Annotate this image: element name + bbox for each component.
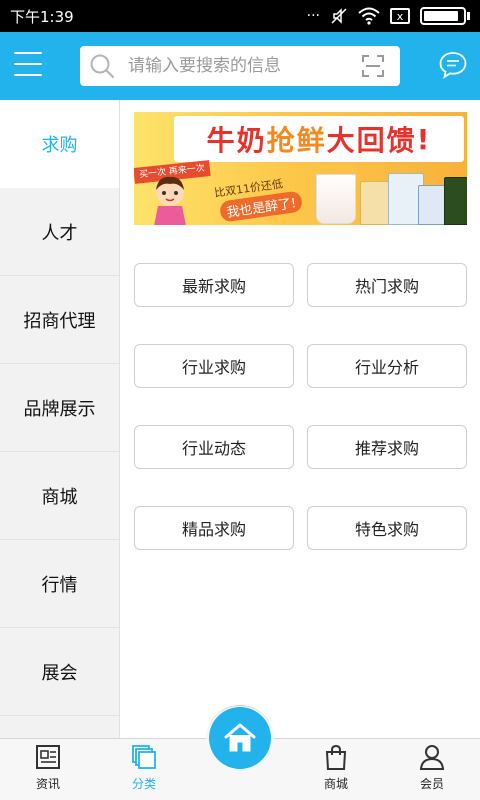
status-icons: ··· x xyxy=(307,7,470,25)
banner-title: 牛奶 抢鲜 大回馈! xyxy=(174,116,464,162)
nav-label-category: 分类 xyxy=(131,777,156,791)
milk-glass-image xyxy=(316,174,356,224)
category-icon xyxy=(132,745,156,769)
sidebar-item-rencai[interactable]: 人才 xyxy=(0,188,119,276)
category-button[interactable]: 精品求购 xyxy=(134,506,294,550)
category-button[interactable]: 行业求购 xyxy=(134,344,294,388)
sidebar-item-pinpai[interactable]: 品牌展示 xyxy=(0,364,119,452)
category-sidebar: 求购 人才 招商代理 品牌展示 商城 行情 展会 xyxy=(0,100,120,738)
banner-title-part2: 抢鲜 xyxy=(266,124,327,157)
sidebar-item-qiugou[interactable]: 求购 xyxy=(0,100,119,188)
nav-label-news: 资讯 xyxy=(35,777,60,791)
banner-title-part1: 牛奶 xyxy=(206,124,267,157)
scan-icon[interactable] xyxy=(362,55,384,77)
status-bar: 下午1:39 ··· x xyxy=(0,0,480,32)
app-header xyxy=(0,32,480,100)
banner-title-mark: ! xyxy=(416,122,432,156)
category-button[interactable]: 行业动态 xyxy=(134,425,294,469)
home-button[interactable] xyxy=(209,707,271,769)
status-time: 下午1:39 xyxy=(10,7,74,26)
banner-title-part3: 大回馈 xyxy=(326,124,417,157)
category-button[interactable]: 行业分析 xyxy=(307,344,467,388)
sidebar-item-shangcheng[interactable]: 商城 xyxy=(0,452,119,540)
nav-label-member: 会员 xyxy=(419,777,444,791)
category-button[interactable]: 特色求购 xyxy=(307,506,467,550)
sim-label: x xyxy=(396,9,404,23)
search-icon xyxy=(90,54,115,79)
signal-dots-icon: ··· xyxy=(306,8,320,24)
search-bar[interactable] xyxy=(80,46,400,86)
nav-label-shop: 商城 xyxy=(323,777,348,791)
wifi-icon xyxy=(358,7,380,25)
nav-item-news[interactable]: 资讯 xyxy=(0,743,96,799)
nav-item-category[interactable]: 分类 xyxy=(96,743,192,799)
sidebar-item-zhaoshang[interactable]: 招商代理 xyxy=(0,276,119,364)
category-button[interactable]: 最新求购 xyxy=(134,263,294,307)
category-button[interactable]: 推荐求购 xyxy=(307,425,467,469)
category-button[interactable]: 热门求购 xyxy=(307,263,467,307)
message-icon[interactable] xyxy=(438,50,468,80)
milk-product-image xyxy=(444,177,467,225)
news-icon xyxy=(36,745,60,769)
home-icon xyxy=(224,723,256,752)
mute-icon xyxy=(331,8,347,24)
promo-banner[interactable]: 牛奶 抢鲜 大回馈! 买一次 再来一次 比双11价还低 我也是醉了! xyxy=(134,112,467,225)
menu-icon[interactable] xyxy=(14,52,42,76)
nav-item-member[interactable]: 会员 xyxy=(384,743,480,799)
user-icon xyxy=(419,745,445,770)
nav-item-shop[interactable]: 商城 xyxy=(288,743,384,799)
sidebar-item-hangqing[interactable]: 行情 xyxy=(0,540,119,628)
no-sim-icon: x xyxy=(390,8,410,24)
sidebar-item-zhanhui[interactable]: 展会 xyxy=(0,628,119,716)
battery-icon xyxy=(420,7,470,25)
search-input[interactable] xyxy=(128,46,348,86)
cartoon-girl-image xyxy=(154,176,186,225)
shop-bag-icon xyxy=(325,744,347,770)
